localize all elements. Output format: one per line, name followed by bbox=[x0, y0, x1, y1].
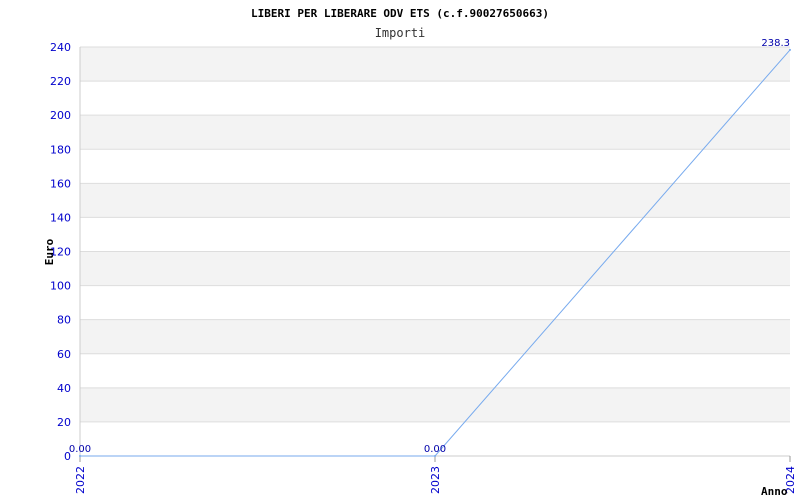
y-tick-label: 20 bbox=[57, 416, 71, 429]
chart-title: LIBERI PER LIBERARE ODV ETS (c.f.9002765… bbox=[251, 7, 549, 20]
line-chart: 020406080100120140160180200220240 2022 20… bbox=[0, 0, 800, 500]
grid-band bbox=[80, 251, 790, 286]
y-tick-label: 200 bbox=[50, 109, 71, 122]
y-tick-label: 220 bbox=[50, 75, 71, 88]
y-tick-label: 140 bbox=[50, 211, 71, 224]
grid-band bbox=[80, 387, 790, 422]
chart-subtitle: Importi bbox=[375, 26, 426, 40]
y-tick-label: 80 bbox=[57, 314, 71, 327]
y-tick-label: 180 bbox=[50, 143, 71, 156]
data-point bbox=[434, 455, 436, 457]
data-label: 238.3 bbox=[761, 38, 790, 49]
y-tick-label: 240 bbox=[50, 41, 71, 54]
x-axis-label: Anno bbox=[761, 485, 788, 498]
grid-band bbox=[80, 183, 790, 218]
data-point bbox=[79, 455, 81, 457]
y-tick-label: 160 bbox=[50, 177, 71, 190]
y-tick-label: 100 bbox=[50, 280, 71, 293]
data-label: 0.00 bbox=[424, 444, 446, 455]
y-axis-label: Euro bbox=[43, 238, 56, 265]
grid-band bbox=[80, 115, 790, 150]
grid-band bbox=[80, 47, 790, 82]
grid-band bbox=[80, 319, 790, 354]
x-tick-label: 2023 bbox=[429, 466, 442, 494]
y-tick-label: 60 bbox=[57, 348, 71, 361]
data-label: 0.00 bbox=[69, 444, 91, 455]
x-tick-label: 2022 bbox=[74, 466, 87, 494]
data-point bbox=[789, 48, 791, 51]
y-tick-label: 40 bbox=[57, 382, 71, 395]
